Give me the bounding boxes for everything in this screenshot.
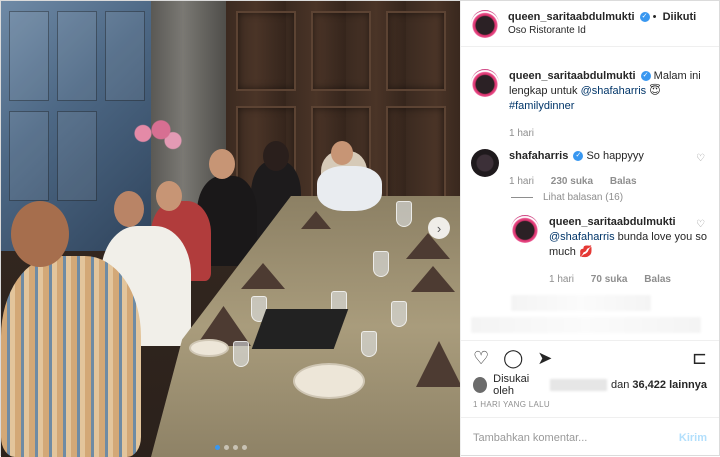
instagram-post: › queen_saritaabdulmukti ✓ • Diikuti Oso… bbox=[0, 0, 720, 457]
carousel-dot bbox=[224, 445, 229, 450]
person-head bbox=[156, 181, 182, 211]
location-link[interactable]: Oso Ristorante Id bbox=[508, 24, 696, 38]
following-button[interactable]: Diikuti bbox=[663, 11, 697, 23]
post-header: queen_saritaabdulmukti ✓ • Diikuti Oso R… bbox=[461, 1, 719, 47]
author-avatar[interactable] bbox=[471, 69, 499, 97]
reply-divider bbox=[511, 197, 533, 198]
view-replies-label: Lihat balasan (16) bbox=[543, 192, 624, 203]
comments-section: queen_saritaabdulmukti ✓ Malam ini lengk… bbox=[461, 47, 719, 340]
next-image-button[interactable]: › bbox=[428, 217, 450, 239]
likes-summary: Disukai oleh dan 36,422 lainnya bbox=[461, 373, 719, 397]
wine-glass bbox=[361, 331, 377, 357]
caption-meta: 1 hari bbox=[509, 126, 704, 141]
wine-glass bbox=[373, 251, 389, 277]
reply-emoji: 💋 bbox=[578, 246, 593, 258]
post-side-panel: queen_saritaabdulmukti ✓ • Diikuti Oso R… bbox=[460, 1, 719, 457]
post-comment-button[interactable]: Kirim bbox=[679, 432, 707, 444]
carousel-dot bbox=[215, 445, 220, 450]
reply-likes[interactable]: 70 suka bbox=[591, 274, 628, 285]
verified-badge-icon: ✓ bbox=[573, 151, 584, 162]
like-heart-icon[interactable]: ♡ bbox=[473, 348, 489, 369]
bookmark-icon[interactable]: ⊏ bbox=[692, 348, 707, 369]
plate bbox=[189, 339, 229, 357]
commenter-avatar[interactable] bbox=[471, 149, 499, 177]
view-replies-button[interactable]: Lihat balasan (16) bbox=[511, 192, 709, 203]
caption: queen_saritaabdulmukti ✓ Malam ini lengk… bbox=[471, 69, 709, 141]
plate bbox=[293, 363, 365, 399]
reply-button[interactable]: Balas bbox=[644, 274, 671, 285]
person-head bbox=[209, 149, 235, 179]
menu-folder bbox=[251, 309, 349, 349]
carousel-indicator bbox=[215, 445, 247, 450]
person-head bbox=[114, 191, 144, 227]
comment-time: 1 hari bbox=[509, 176, 535, 187]
caption-body: queen_saritaabdulmukti ✓ Malam ini lengk… bbox=[509, 69, 704, 141]
hashtag-link[interactable]: #familydinner bbox=[509, 100, 574, 112]
mention-link[interactable]: @shafaharris bbox=[581, 85, 647, 97]
comment-like-heart-icon[interactable]: ♡ bbox=[696, 153, 705, 164]
reply-item: queen_saritaabdulmukti @shafaharris bund… bbox=[511, 215, 709, 287]
flower-vase bbox=[125, 119, 185, 155]
comment-text: So happyyy bbox=[586, 150, 644, 162]
add-comment-bar: Kirim bbox=[461, 417, 719, 457]
likes-middle: dan bbox=[610, 379, 630, 391]
author-avatar[interactable] bbox=[471, 9, 499, 38]
floral-centerpiece bbox=[317, 166, 382, 211]
comment-username[interactable]: shafaharris bbox=[509, 150, 568, 162]
comment-likes[interactable]: 230 suka bbox=[551, 176, 593, 187]
liker-avatar[interactable] bbox=[473, 377, 488, 393]
reply-button[interactable]: Balas bbox=[610, 176, 637, 187]
blurred-comment bbox=[511, 295, 651, 311]
comment-item: shafaharris ✓ So happyyy 1 hari 230 suka… bbox=[471, 149, 709, 189]
likes-suffix[interactable]: lainnya bbox=[669, 379, 707, 391]
reply-meta: 1 hari 70 suka Balas bbox=[549, 272, 709, 287]
blurred-comment bbox=[471, 317, 701, 333]
blurred-liker-name bbox=[550, 379, 607, 391]
comment-body: shafaharris ✓ So happyyy 1 hari 230 suka… bbox=[509, 149, 704, 189]
reply-like-heart-icon[interactable]: ♡ bbox=[696, 219, 705, 230]
person-head bbox=[263, 141, 289, 171]
post-actions: ♡ ◯ ➤ ⊏ bbox=[461, 340, 719, 376]
post-date[interactable]: 1 HARI YANG LALU bbox=[461, 394, 719, 417]
verified-badge-icon: ✓ bbox=[639, 11, 650, 22]
wine-glass bbox=[233, 341, 249, 367]
caption-time: 1 hari bbox=[509, 128, 535, 139]
mention-link[interactable]: @shafaharris bbox=[549, 231, 615, 243]
comment-meta: 1 hari 230 suka Balas bbox=[509, 174, 704, 189]
author-meta: queen_saritaabdulmukti ✓ • Diikuti Oso R… bbox=[508, 10, 696, 38]
post-photo[interactable]: › bbox=[1, 1, 460, 457]
carousel-dot bbox=[242, 445, 247, 450]
separator-dot: • bbox=[652, 10, 657, 23]
carousel-dot bbox=[233, 445, 238, 450]
person-head bbox=[11, 201, 69, 267]
person-seated bbox=[1, 256, 141, 457]
reply-time: 1 hari bbox=[549, 274, 575, 285]
person-head bbox=[331, 141, 353, 165]
verified-badge-icon: ✓ bbox=[640, 71, 651, 82]
reply-username[interactable]: queen_saritaabdulmukti bbox=[549, 216, 676, 228]
likes-count[interactable]: 36,422 bbox=[632, 379, 666, 391]
caption-emoji: 😇 bbox=[649, 85, 661, 97]
wine-glass bbox=[396, 201, 412, 227]
reply-avatar[interactable] bbox=[511, 215, 539, 243]
comment-input[interactable] bbox=[473, 431, 679, 444]
caption-username[interactable]: queen_saritaabdulmukti bbox=[509, 70, 636, 82]
share-send-icon[interactable]: ➤ bbox=[537, 348, 552, 369]
author-username[interactable]: queen_saritaabdulmukti bbox=[508, 11, 635, 23]
chevron-right-icon: › bbox=[436, 220, 442, 236]
comment-bubble-icon[interactable]: ◯ bbox=[503, 348, 523, 369]
wine-glass bbox=[391, 301, 407, 327]
reply-body: queen_saritaabdulmukti @shafaharris bund… bbox=[549, 215, 709, 287]
